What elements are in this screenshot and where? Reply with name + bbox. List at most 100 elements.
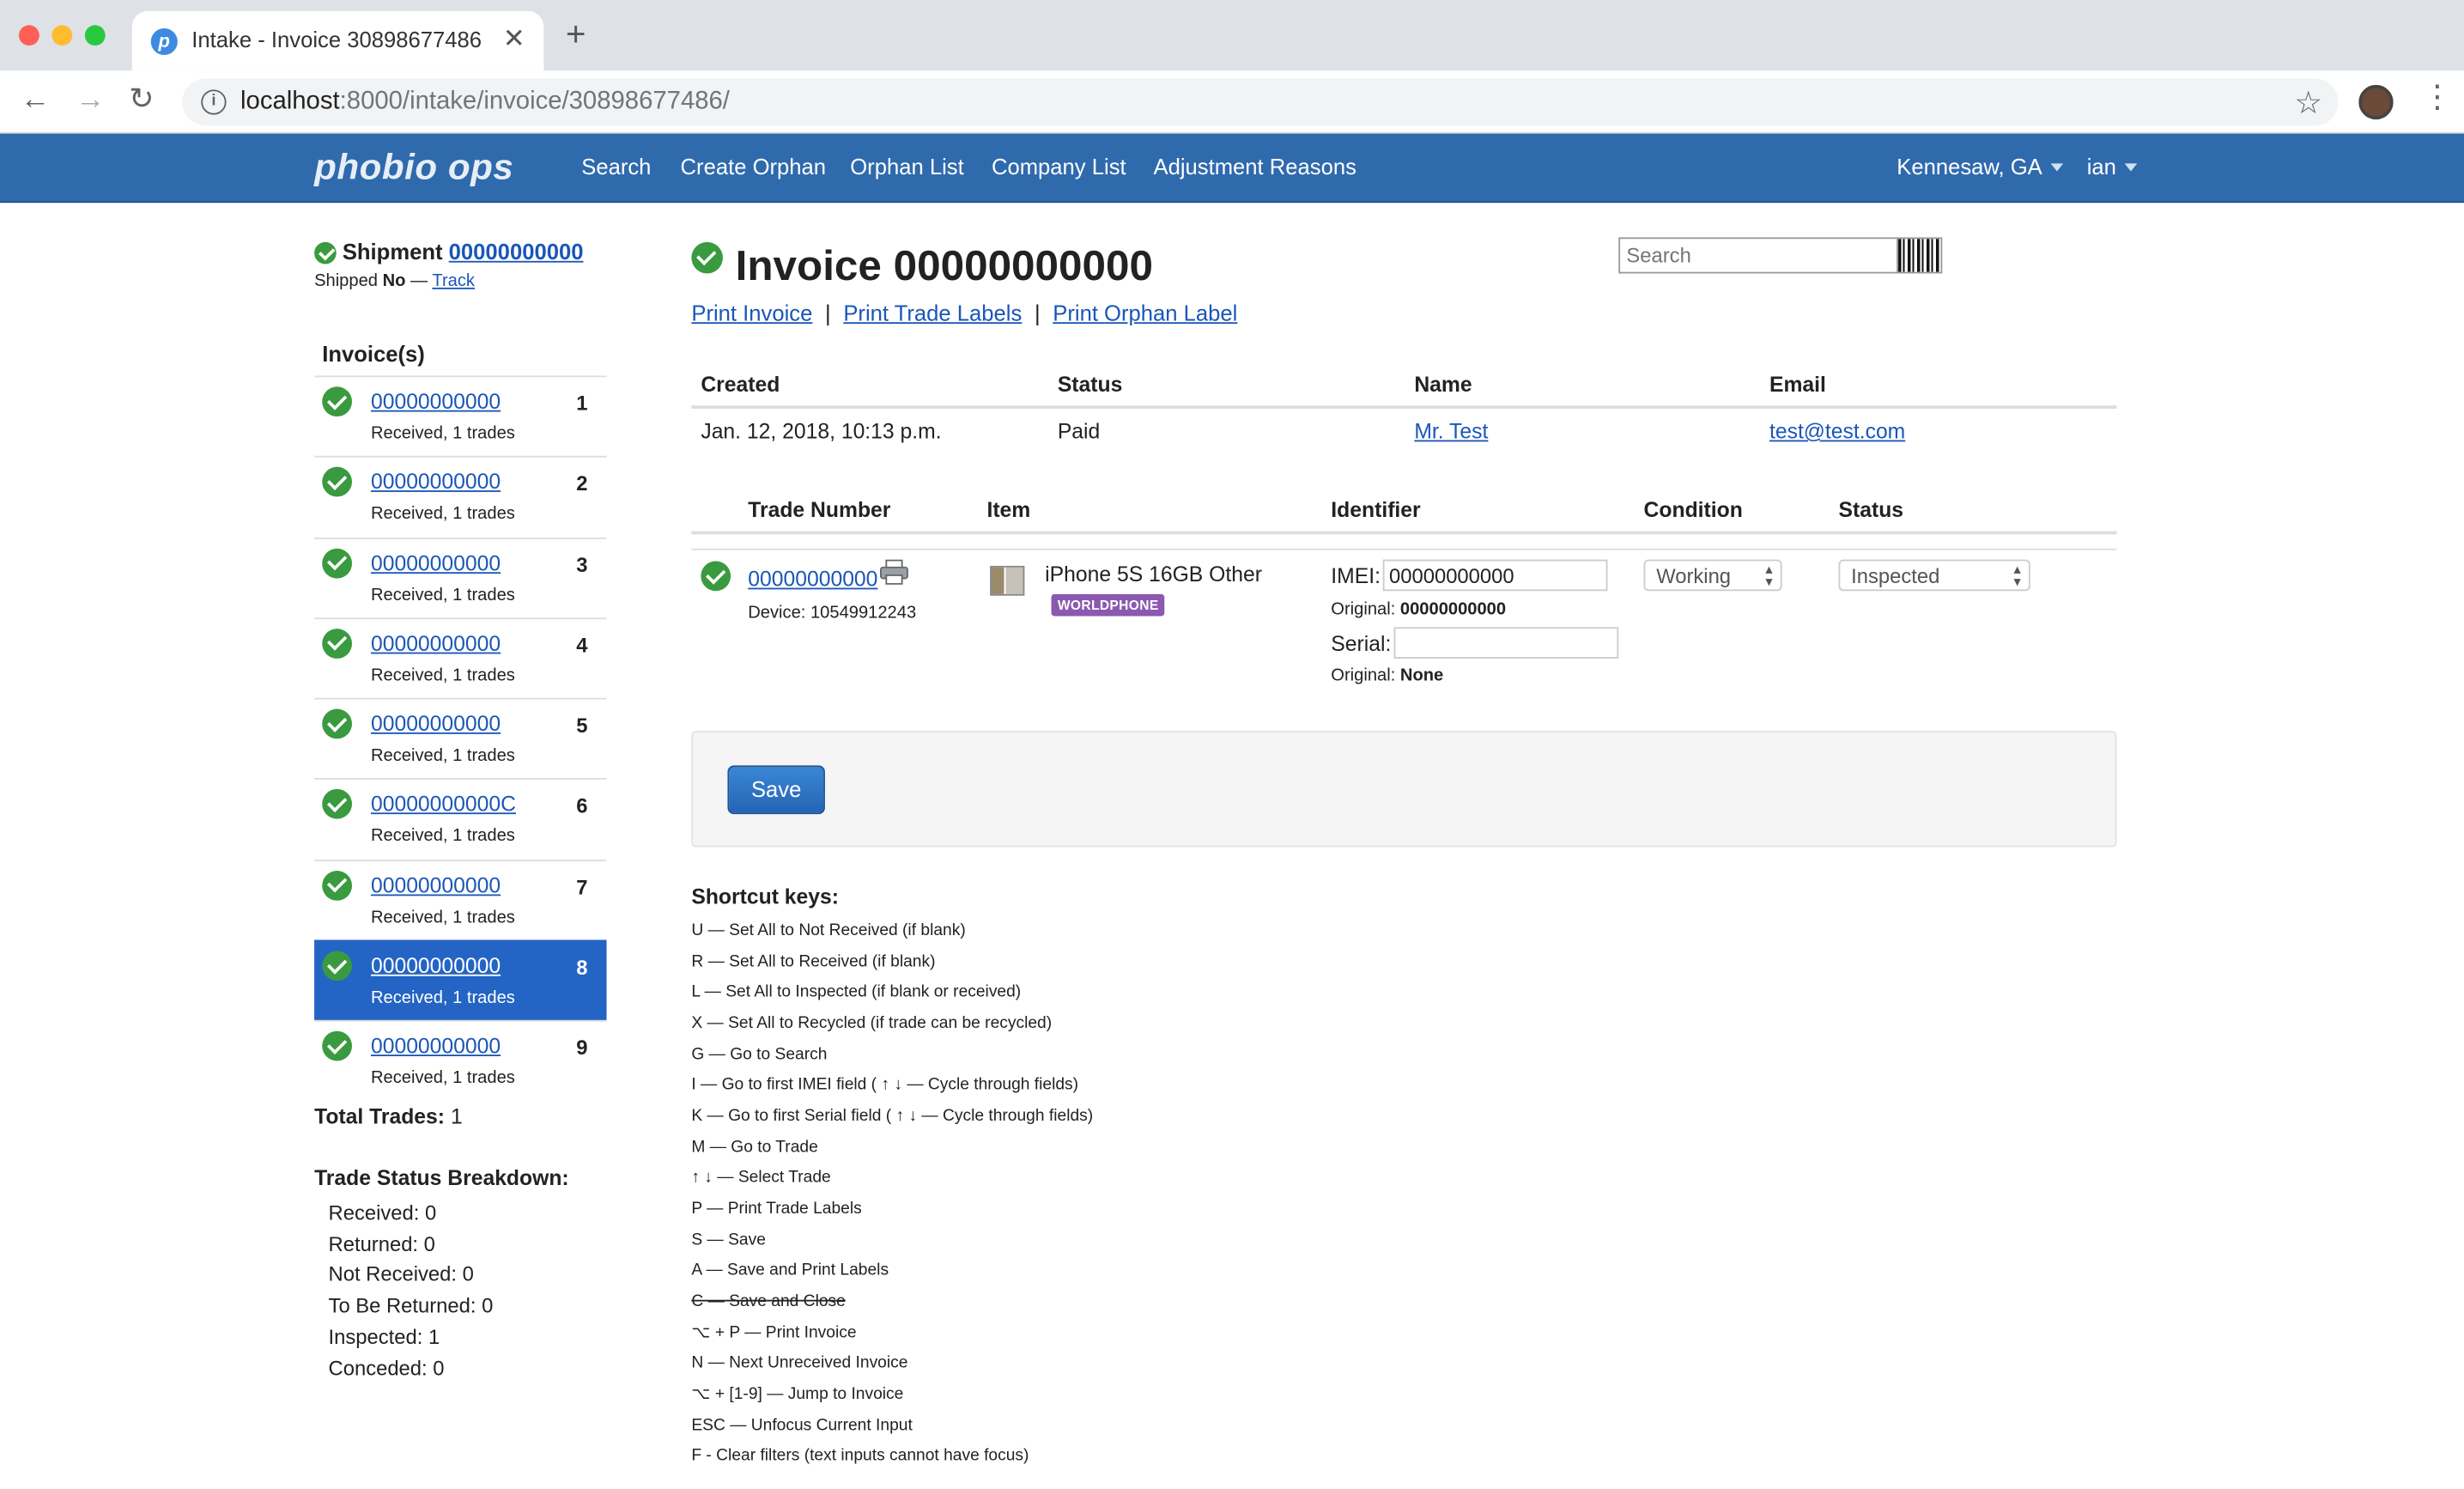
invoice-index: 8 (576, 956, 588, 980)
invoice-list-item[interactable]: 00000000000 Received, 1 trades 4 (314, 617, 607, 698)
total-trades: Total Trades: 1 (314, 1105, 463, 1128)
invoice-list-item[interactable]: 00000000000C Received, 1 trades 6 (314, 778, 607, 860)
serial-field[interactable] (1393, 627, 1619, 659)
nav-orphan-list[interactable]: Orphan List (850, 154, 963, 179)
customer-email-link[interactable]: test@test.com (1769, 420, 1905, 443)
invoice-number-link[interactable]: 00000000000 (371, 954, 501, 977)
invoice-list-item[interactable]: 00000000000 Received, 1 trades 8 (314, 939, 607, 1021)
location-label: Kennesaw, GA (1897, 154, 2042, 179)
url-host: localhost (240, 88, 340, 115)
caret-down-icon (2049, 163, 2063, 172)
select-arrows-icon: ▴ ▾ (1765, 561, 1773, 590)
total-trades-value: 1 (450, 1104, 463, 1129)
invoice-status-text: Received, 1 trades (370, 988, 515, 1008)
column-header-email: Email (1769, 372, 1826, 397)
save-button[interactable]: Save (727, 765, 825, 815)
invoice-list-item[interactable]: 00000000000 Received, 1 trades 3 (314, 537, 607, 617)
condition-select[interactable]: Working ▴ ▾ (1643, 559, 1782, 592)
nav-adjustment-reasons[interactable]: Adjustment Reasons (1153, 154, 1356, 179)
check-circle-icon (322, 1031, 352, 1062)
site-info-icon[interactable]: i (201, 89, 227, 115)
new-tab-icon[interactable]: + (566, 16, 586, 52)
print-trade-labels-link[interactable]: Print Trade Labels (843, 301, 1022, 325)
tab-close-icon[interactable]: ✕ (503, 23, 525, 55)
location-dropdown[interactable]: Kennesaw, GA (1897, 154, 2063, 179)
invoice-number-link[interactable]: 00000000000 (371, 1035, 501, 1058)
invoice-number-link[interactable]: 00000000000 (371, 712, 501, 735)
breakdown-title: Trade Status Breakdown: (314, 1166, 569, 1190)
user-dropdown[interactable]: ian (2087, 154, 2137, 179)
browser-menu-icon[interactable]: ⋮ (2422, 80, 2454, 114)
breakdown-returned: Returned: 0 (328, 1231, 435, 1255)
back-arrow-icon[interactable]: ← (21, 83, 51, 118)
imei-field[interactable] (1382, 559, 1608, 592)
barcode-scan-icon[interactable] (1897, 237, 1943, 274)
shortcut-item: S — Save (691, 1230, 766, 1249)
shortcut-item: F - Clear filters (text inputs cannot ha… (691, 1446, 1029, 1466)
column-header-status: Status (1057, 372, 1123, 397)
nav-search[interactable]: Search (581, 154, 651, 179)
invoice-list-item[interactable]: 00000000000 Received, 1 trades 2 (314, 456, 607, 537)
invoices-heading: Invoice(s) (322, 341, 425, 367)
shortcut-item: U — Set All to Not Received (if blank) (691, 921, 966, 940)
maximize-window-button[interactable] (84, 25, 106, 46)
shortcut-item: N — Next Unreceived Invoice (691, 1353, 908, 1373)
worldphone-badge: WORLDPHONE (1051, 593, 1165, 617)
track-link[interactable]: Track (432, 272, 475, 291)
check-circle-icon (322, 467, 352, 497)
printer-icon[interactable] (880, 559, 908, 585)
total-trades-label: Total Trades: (314, 1104, 446, 1129)
invoice-index: 1 (576, 391, 588, 416)
customer-name-link[interactable]: Mr. Test (1414, 420, 1488, 443)
print-invoice-link[interactable]: Print Invoice (691, 301, 812, 325)
reload-icon[interactable]: ↻ (129, 83, 154, 118)
nav-create-orphan[interactable]: Create Orphan (681, 154, 827, 179)
shortcut-item: A — Save and Print Labels (691, 1261, 889, 1280)
phone-thumbnail-icon (990, 565, 1025, 596)
trade-number-link[interactable]: 00000000000 (748, 568, 877, 591)
condition-selected-value: Working (1656, 564, 1732, 588)
phobio-favicon-icon: p (150, 27, 178, 56)
url-text[interactable]: localhost:8000/intake/invoice/3089867748… (240, 88, 730, 116)
shortcut-item: ⌥ + P — Print Invoice (691, 1322, 857, 1342)
search-input[interactable] (1618, 237, 1899, 274)
invoice-number-link[interactable]: 00000000000 (371, 471, 501, 494)
forward-arrow-icon[interactable]: → (76, 83, 106, 118)
close-window-button[interactable] (18, 25, 39, 46)
browser-tab[interactable]: p Intake - Invoice 30898677486 ✕ (131, 10, 544, 71)
divider (691, 531, 2117, 535)
shortcut-item: X — Set All to Recycled (if trade can be… (691, 1013, 1053, 1033)
profile-avatar[interactable] (2358, 84, 2394, 120)
invoice-index: 5 (576, 714, 588, 738)
shipment-title: Shipment 00000000000 (314, 239, 584, 265)
serial-label: Serial: (1331, 631, 1392, 656)
serial-original: Original: None (1331, 666, 1443, 685)
print-orphan-label-link[interactable]: Print Orphan Label (1053, 301, 1237, 325)
shortcut-item: C — Save and Close (691, 1291, 846, 1311)
minimize-window-button[interactable] (52, 25, 73, 46)
invoice-list-item[interactable]: 00000000000 Received, 1 trades 5 (314, 698, 607, 779)
address-bar[interactable]: i localhost:8000/intake/invoice/30898677… (182, 78, 2339, 126)
invoice-number-link[interactable]: 00000000000C (371, 793, 516, 816)
invoice-number-link[interactable]: 00000000000 (371, 632, 501, 655)
invoice-list-item[interactable]: 00000000000 Received, 1 trades 7 (314, 859, 607, 940)
shortcuts-title: Shortcut keys: (691, 884, 840, 909)
shipment-number-link[interactable]: 00000000000 (449, 239, 584, 264)
column-header-name: Name (1414, 372, 1472, 397)
check-circle-icon (322, 708, 352, 739)
invoice-list-item[interactable]: 00000000000 Received, 1 trades 9 (314, 1020, 607, 1102)
invoice-index: 7 (576, 875, 588, 899)
invoice-status-text: Received, 1 trades (370, 424, 515, 444)
invoice-number-link[interactable]: 00000000000 (371, 873, 501, 896)
brand-logo[interactable]: phobio ops (314, 146, 513, 188)
shortcut-item: P — Print Trade Labels (691, 1199, 862, 1219)
link-separator: | (1034, 300, 1041, 325)
invoice-number-link[interactable]: 00000000000 (371, 390, 501, 413)
check-circle-icon (701, 561, 731, 592)
invoice-status-text: Received, 1 trades (370, 585, 515, 605)
bookmark-star-icon[interactable]: ☆ (2294, 83, 2322, 123)
invoice-number-link[interactable]: 00000000000 (371, 551, 501, 574)
status-select[interactable]: Inspected ▴ ▾ (1838, 559, 2030, 592)
invoice-list-item[interactable]: 00000000000 Received, 1 trades 1 (314, 375, 607, 456)
nav-company-list[interactable]: Company List (992, 154, 1126, 179)
